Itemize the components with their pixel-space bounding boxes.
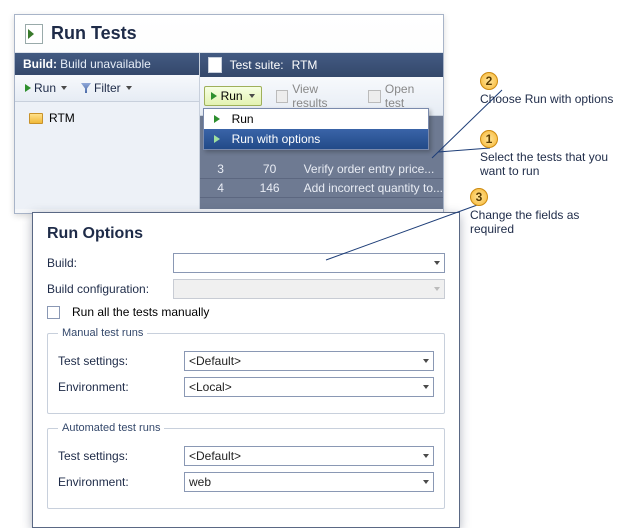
manual-runs-group: Manual test runs Test settings: <Default… — [47, 327, 445, 414]
filter-label: Filter — [94, 81, 121, 95]
menu-item-run[interactable]: Run — [204, 109, 428, 129]
results-icon — [276, 90, 289, 103]
callout-bubble: 2 — [480, 72, 498, 90]
auto-legend: Automated test runs — [58, 422, 164, 434]
chevron-down-icon — [61, 86, 67, 90]
suite-icon — [208, 57, 222, 73]
chevron-down-icon — [423, 359, 429, 363]
cell-title: Verify order entry price... — [298, 162, 443, 176]
callout-text: Choose Run with options — [480, 92, 618, 106]
manual-settings-label: Test settings: — [58, 354, 178, 368]
title-bar: Run Tests — [15, 15, 443, 53]
menu-item-run-with-options[interactable]: Run with options — [204, 129, 428, 149]
run-tests-icon — [25, 24, 43, 44]
automated-runs-group: Automated test runs Test settings: <Defa… — [47, 422, 445, 509]
menu-item-label: Run with options — [232, 132, 321, 146]
build-label: Build: — [47, 256, 167, 270]
view-results-label: View results — [292, 82, 354, 110]
open-icon — [368, 90, 381, 103]
filter-icon — [81, 83, 91, 93]
run-dropdown-host: Run Run Run with options — [204, 86, 262, 106]
left-run-label: Run — [34, 81, 56, 95]
folder-icon — [29, 113, 43, 124]
menu-item-label: Run — [232, 112, 254, 126]
suite-toolbar: Run Run Run with options — [200, 77, 443, 116]
chevron-down-icon — [126, 86, 132, 90]
manual-settings-value: <Default> — [189, 354, 423, 368]
cell-num: 70 — [242, 162, 298, 176]
suite-header: Test suite: RTM — [200, 53, 443, 77]
run-manually-label: Run all the tests manually — [72, 305, 209, 319]
manual-env-combo[interactable]: <Local> — [184, 377, 434, 397]
chevron-down-icon — [434, 287, 440, 291]
callout-text: Change the fields as required — [470, 208, 610, 236]
left-toolbar: Run Filter — [15, 75, 199, 102]
chevron-down-icon — [423, 385, 429, 389]
run-options-title: Run Options — [47, 225, 445, 243]
callout-text: Select the tests that you want to run — [480, 150, 618, 178]
build-cfg-combo — [173, 279, 445, 299]
run-manually-checkbox[interactable] — [47, 306, 60, 319]
callout-num: 3 — [476, 190, 483, 204]
cell-id: 4 — [200, 181, 242, 195]
tree-item-label: RTM — [49, 111, 75, 125]
callout-bubble: 1 — [480, 130, 498, 148]
build-cfg-label: Build configuration: — [47, 282, 167, 296]
chevron-down-icon — [423, 480, 429, 484]
table-row[interactable]: 3 70 Verify order entry price... — [200, 160, 443, 179]
callout-2: 2 Choose Run with options — [480, 72, 618, 106]
chevron-down-icon — [249, 94, 255, 98]
manual-env-label: Environment: — [58, 380, 178, 394]
run-options-dialog: Run Options Build: Build configuration: … — [32, 212, 460, 528]
callout-3: 3 Change the fields as required — [470, 188, 610, 236]
right-pane: Test suite: RTM Run Run — [200, 53, 443, 209]
cell-title: Add incorrect quantity to... — [298, 181, 443, 195]
manual-settings-combo[interactable]: <Default> — [184, 351, 434, 371]
run-menu: Run Run with options — [203, 108, 429, 150]
left-run-button[interactable]: Run — [19, 78, 73, 98]
run-dd-label: Run — [221, 89, 243, 103]
suite-label: Test suite: — [230, 58, 284, 72]
play-icon — [211, 92, 217, 100]
build-bar: Build: Build unavailable — [15, 53, 199, 75]
body-row: Build: Build unavailable Run Filter RTM — [15, 53, 443, 209]
table-row[interactable]: 4 146 Add incorrect quantity to... — [200, 179, 443, 198]
chevron-down-icon — [434, 261, 440, 265]
play-icon — [210, 132, 224, 146]
manual-legend: Manual test runs — [58, 327, 147, 339]
auto-env-value: web — [189, 475, 423, 489]
auto-settings-combo[interactable]: <Default> — [184, 446, 434, 466]
callout-1: 1 Select the tests that you want to run — [480, 130, 618, 178]
cell-id: 3 — [200, 162, 242, 176]
chevron-down-icon — [423, 454, 429, 458]
run-dropdown-button[interactable]: Run — [204, 86, 262, 106]
play-icon — [210, 112, 224, 126]
auto-settings-value: <Default> — [189, 449, 423, 463]
build-value: Build unavailable — [60, 57, 151, 71]
tree-item-rtm[interactable]: RTM — [19, 106, 195, 130]
filter-button[interactable]: Filter — [75, 78, 138, 98]
build-combo[interactable] — [173, 253, 445, 273]
page-title: Run Tests — [51, 23, 137, 44]
suite-name: RTM — [292, 58, 318, 72]
left-pane: Build: Build unavailable Run Filter RTM — [15, 53, 200, 209]
callout-num: 1 — [486, 132, 493, 146]
manual-env-value: <Local> — [189, 380, 423, 394]
callout-bubble: 3 — [470, 188, 488, 206]
auto-env-combo[interactable]: web — [184, 472, 434, 492]
play-icon — [25, 84, 31, 92]
auto-env-label: Environment: — [58, 475, 178, 489]
cell-num: 146 — [242, 181, 298, 195]
build-label: Build: — [23, 57, 57, 71]
callout-num: 2 — [486, 74, 493, 88]
auto-settings-label: Test settings: — [58, 449, 178, 463]
run-tests-window: Run Tests Build: Build unavailable Run F… — [14, 14, 444, 214]
open-test-label: Open test — [385, 82, 435, 110]
